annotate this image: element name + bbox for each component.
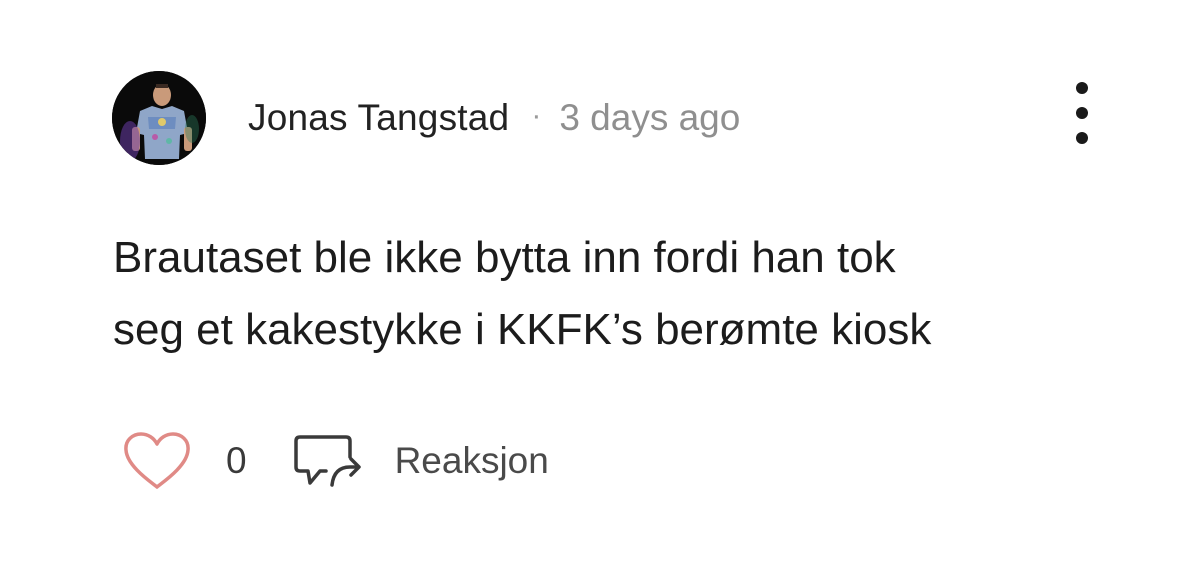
like-count: 0: [226, 440, 247, 481]
reply-button[interactable]: Reaksjon: [291, 429, 549, 493]
more-vertical-icon-dot: [1076, 107, 1088, 119]
avatar[interactable]: [112, 71, 206, 165]
heart-outline-icon: [124, 432, 190, 489]
comment-card: Jonas Tangstad · 3 days ago Brautaset bl…: [0, 0, 1200, 563]
meta-separator: ·: [531, 99, 542, 132]
reply-label: Reaksjon: [394, 440, 549, 481]
comment-actions: 0 Reaksjon: [120, 428, 549, 494]
reply-bubble-icon: [291, 429, 365, 493]
more-vertical-icon-dot: [1076, 132, 1088, 144]
comment-header: Jonas Tangstad · 3 days ago: [112, 70, 740, 166]
author-name[interactable]: Jonas Tangstad: [248, 97, 509, 139]
comment-text-line-1: Brautaset ble ikke bytta inn fordi han t…: [113, 233, 896, 282]
comment-timestamp: 3 days ago: [559, 97, 741, 138]
avatar-photo: [112, 71, 206, 165]
comment-text-line-2: seg et kakestykke i KKFK’s berømte kiosk: [113, 305, 932, 354]
more-options-button[interactable]: [1062, 78, 1102, 148]
like-button[interactable]: [120, 429, 194, 493]
more-vertical-icon-dot: [1076, 82, 1088, 94]
comment-text: Brautaset ble ikke bytta inn fordi han t…: [113, 222, 1113, 366]
